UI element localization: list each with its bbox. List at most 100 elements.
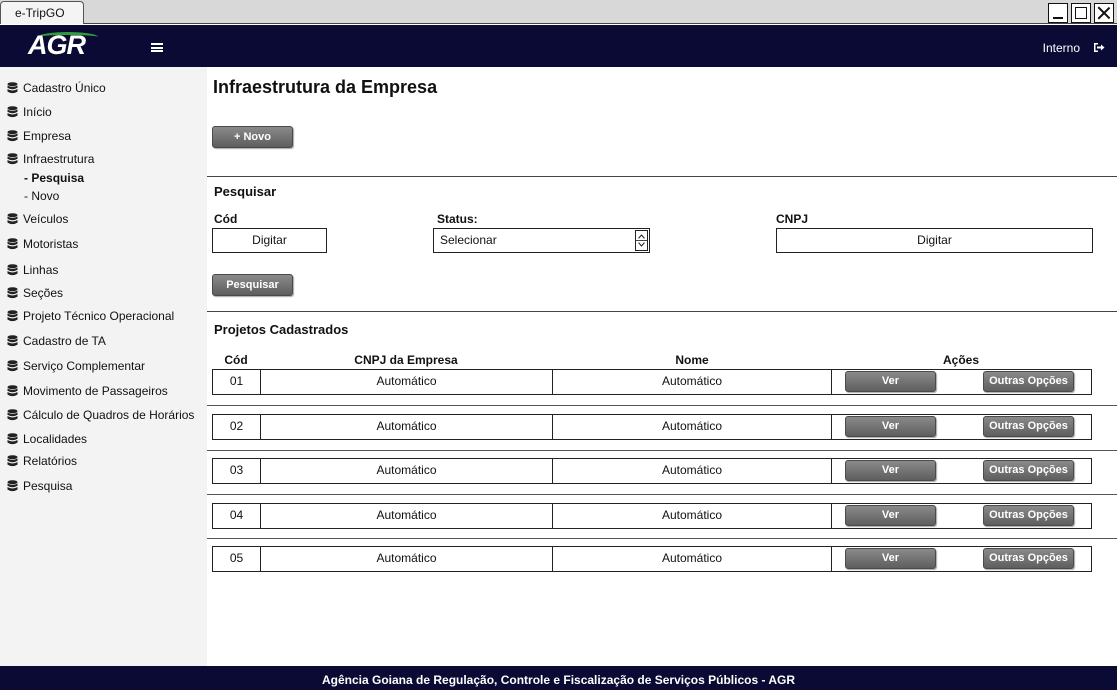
sidebar-item-secoes[interactable]: Seções (7, 286, 63, 300)
more-options-button[interactable]: Outras Opções (983, 416, 1074, 437)
cell-nome: Automático (552, 504, 831, 528)
sidebar-item-empresa[interactable]: Empresa (7, 129, 71, 143)
sidebar-item-cadastro-de-ta[interactable]: Cadastro de TA (7, 334, 106, 348)
cell-cod: 04 (229, 508, 244, 522)
view-button[interactable]: Ver (845, 416, 936, 437)
sidebar-item-calculo-de-quadros-de-horarios[interactable]: Cálculo de Quadros de Horários (7, 408, 194, 422)
sidebar-item-label: Seções (23, 286, 64, 300)
sidebar-item-motoristas[interactable]: Motoristas (7, 237, 78, 251)
sidebar-item-linhas[interactable]: Linhas (7, 263, 58, 277)
window-controls (1048, 3, 1114, 23)
sidebar-item-label: Início (23, 105, 52, 119)
table-row: 02 Automático Automático Ver Outras Opções (212, 414, 1092, 440)
sidebar-subitem-novo[interactable]: - Novo (24, 189, 59, 203)
sidebar-item-label: Linhas (23, 263, 59, 277)
menu-icon[interactable] (151, 43, 163, 52)
sidebar-item-label: Cadastro Único (23, 81, 106, 95)
database-icon (7, 287, 18, 299)
col-head-acoes: Ações (942, 353, 980, 367)
view-button[interactable]: Ver (845, 505, 936, 526)
view-button[interactable]: Ver (845, 460, 936, 481)
table-title: Projetos Cadastrados (214, 322, 349, 337)
sidebar-item-inicio[interactable]: Início (7, 105, 52, 119)
sidebar-item-infraestrutura[interactable]: Infraestrutura (7, 152, 94, 166)
app-header: AGR Interno (0, 25, 1117, 67)
close-icon[interactable] (1094, 3, 1114, 23)
cnpj-label: CNPJ (776, 212, 809, 226)
more-options-button[interactable]: Outras Opções (983, 548, 1074, 569)
logout-icon[interactable] (1093, 42, 1105, 53)
col-head-cnpj: CNPJ da Empresa (354, 353, 458, 367)
agr-logo[interactable]: AGR (28, 30, 108, 62)
new-button[interactable]: + Novo (212, 126, 293, 148)
minimize-icon[interactable] (1048, 3, 1068, 23)
sidebar-item-localidades[interactable]: Localidades (7, 432, 87, 446)
row-divider (207, 538, 1117, 539)
sidebar-item-label: Pesquisa (23, 479, 73, 493)
database-icon (7, 455, 18, 467)
row-divider (207, 405, 1117, 406)
more-options-button[interactable]: Outras Opções (983, 460, 1074, 481)
more-options-button[interactable]: Outras Opções (983, 505, 1074, 526)
sidebar-item-relatorios[interactable]: Relatórios (7, 454, 77, 468)
database-icon (7, 213, 18, 225)
database-icon (7, 264, 18, 276)
sidebar-item-label: Localidades (23, 432, 88, 446)
sidebar-item-label: Veículos (23, 212, 69, 226)
sidebar-item-label: Movimento de Passageiros (23, 384, 168, 398)
database-icon (7, 409, 18, 421)
sidebar-item-veiculos[interactable]: Veículos (7, 212, 68, 226)
sidebar-item-cadastro-unico[interactable]: Cadastro Único (7, 81, 106, 95)
cell-cod: 01 (229, 374, 244, 388)
col-head-nome: Nome (675, 353, 709, 367)
database-icon (7, 82, 18, 94)
row-divider (207, 450, 1117, 451)
sidebar-item-label: Serviço Complementar (23, 359, 146, 373)
browser-tab[interactable]: e-TripGO (0, 1, 84, 24)
sidebar-item-label: Empresa (23, 129, 72, 143)
cell-cod: 03 (229, 463, 244, 477)
cell-cnpj: Automático (260, 415, 552, 439)
search-section-title: Pesquisar (214, 184, 277, 199)
sidebar-item-servico-complementar[interactable]: Serviço Complementar (7, 359, 145, 373)
cell-nome: Automático (552, 459, 831, 483)
search-button[interactable]: Pesquisar (212, 274, 293, 296)
cell-nome: Automático (552, 415, 831, 439)
more-options-button[interactable]: Outras Opções (983, 371, 1074, 392)
database-icon (7, 238, 18, 250)
table-row: 01 Automático Automático Ver Outras Opções (212, 369, 1092, 395)
sidebar-item-movimento-de-passageiros[interactable]: Movimento de Passageiros (7, 384, 168, 398)
sidebar-item-projeto-tecnico-operacional[interactable]: Projeto Técnico Operacional (7, 309, 174, 323)
cod-input[interactable]: Digitar (212, 228, 327, 253)
sidebar-item-label: Infraestrutura (23, 152, 95, 166)
select-arrows-icon[interactable] (635, 230, 648, 251)
cnpj-input[interactable]: Digitar (776, 228, 1093, 253)
footer: Agência Goiana de Regulação, Controle e … (0, 666, 1117, 690)
col-head-cod: Cód (224, 353, 248, 367)
database-icon (7, 335, 18, 347)
cell-cod: 05 (229, 551, 244, 565)
view-button[interactable]: Ver (845, 371, 936, 392)
sidebar: Cadastro Único Início Empresa Infraestrutur… (0, 67, 207, 666)
sidebar-item-label: Cadastro de TA (23, 334, 106, 348)
maximize-icon[interactable] (1071, 3, 1091, 23)
cod-label: Cód (214, 212, 238, 226)
divider (207, 176, 1117, 177)
database-icon (7, 106, 18, 118)
sidebar-item-pesquisa[interactable]: Pesquisa (7, 479, 72, 493)
sidebar-item-label: Projeto Técnico Operacional (23, 309, 175, 323)
cell-cnpj: Automático (260, 459, 552, 483)
row-divider (207, 494, 1117, 495)
database-icon (7, 480, 18, 492)
page-title: Infraestrutura da Empresa (213, 77, 438, 97)
status-select[interactable]: Selecionar (433, 228, 650, 253)
sidebar-subitem-pesquisa[interactable]: - Pesquisa (24, 171, 84, 185)
sidebar-item-label: Relatórios (23, 454, 78, 468)
status-label: Status: (437, 212, 478, 226)
user-label[interactable]: Interno (1043, 41, 1080, 55)
database-icon (7, 385, 18, 397)
sidebar-item-label: Cálculo de Quadros de Horários (23, 408, 195, 422)
cell-nome: Automático (552, 547, 831, 571)
window-titlebar: e-TripGO (0, 0, 1117, 24)
view-button[interactable]: Ver (845, 548, 936, 569)
